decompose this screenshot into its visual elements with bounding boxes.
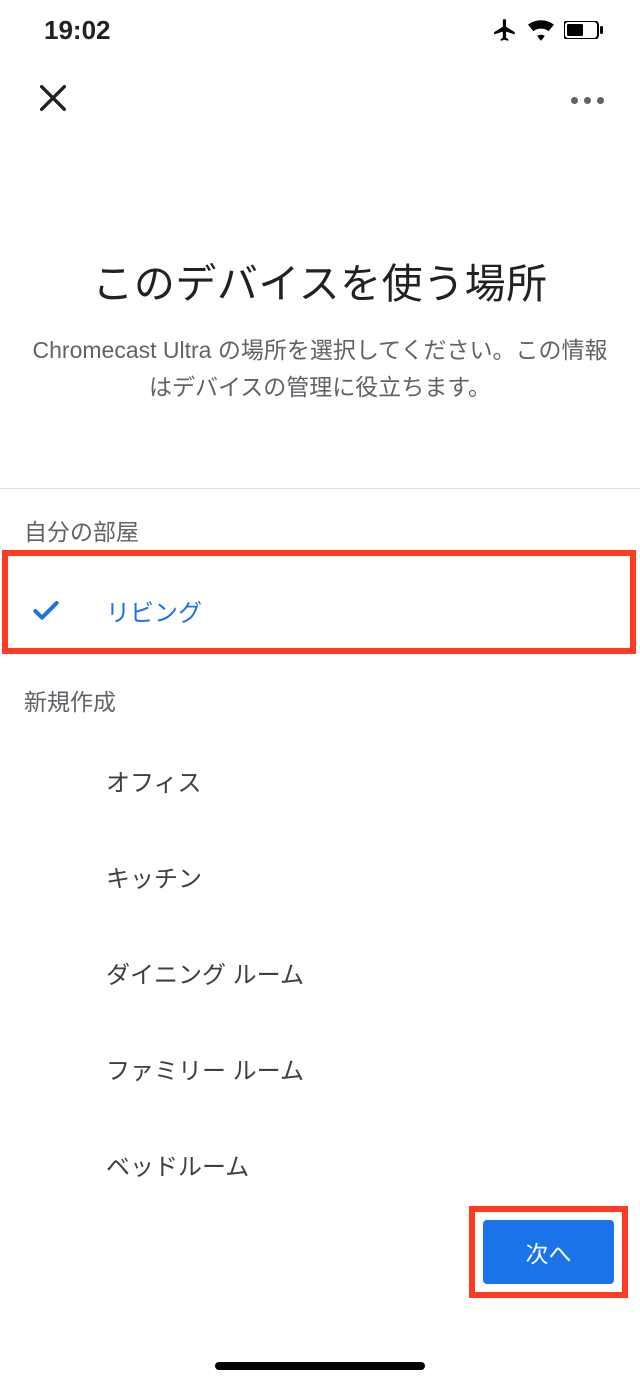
page-title: このデバイスを使う場所 [24, 250, 616, 310]
room-option-label: ファミリー ルーム [106, 1051, 304, 1086]
section-header-my-rooms: 自分の部屋 [0, 489, 640, 563]
room-option-office[interactable]: オフィス [0, 733, 640, 829]
check-icon [30, 595, 106, 627]
airplane-mode-icon [492, 17, 518, 43]
nav-bar [0, 60, 640, 140]
room-option-kitchen[interactable]: キッチン [0, 829, 640, 925]
status-icons [492, 17, 604, 43]
room-option-living[interactable]: リビング [0, 563, 640, 659]
room-option-label: オフィス [106, 763, 202, 798]
home-indicator[interactable] [215, 1362, 425, 1370]
heading-block: このデバイスを使う場所 Chromecast Ultra の場所を選択してくださ… [0, 140, 640, 466]
room-option-label: ベッドルーム [106, 1147, 249, 1182]
more-icon [571, 97, 578, 104]
section-header-create-new: 新規作成 [0, 659, 640, 733]
wifi-icon [528, 19, 554, 41]
page-subtitle: Chromecast Ultra の場所を選択してください。この情報はデバイスの… [24, 332, 616, 406]
status-time: 19:02 [44, 15, 111, 46]
overflow-menu-button[interactable] [563, 89, 612, 112]
room-option-family[interactable]: ファミリー ルーム [0, 1021, 640, 1117]
room-option-label: ダイニング ルーム [106, 955, 304, 990]
room-option-dining[interactable]: ダイニング ルーム [0, 925, 640, 1021]
close-icon [36, 102, 70, 119]
next-button-label: 次へ [526, 1235, 572, 1269]
next-button[interactable]: 次へ [483, 1220, 614, 1284]
room-option-label: キッチン [106, 859, 202, 894]
close-button[interactable] [28, 73, 78, 128]
room-option-bedroom[interactable]: ベッドルーム [0, 1117, 640, 1213]
battery-icon [564, 21, 604, 39]
room-option-label: リビング [106, 593, 202, 628]
status-bar: 19:02 [0, 0, 640, 60]
